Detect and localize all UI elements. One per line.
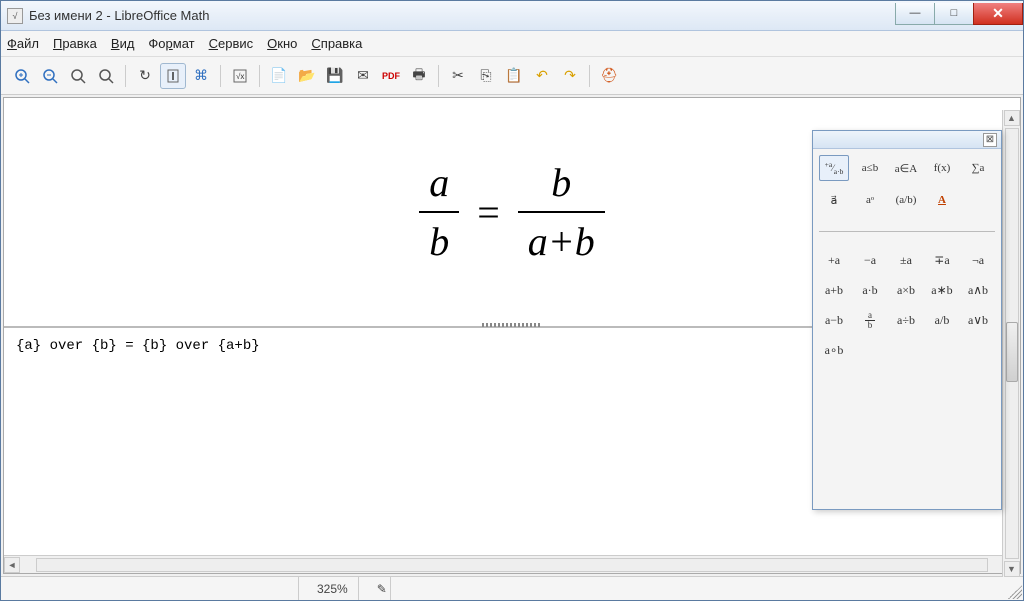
zoom-in-icon[interactable] <box>9 63 35 89</box>
category-others[interactable]: A <box>927 187 957 213</box>
undo-icon[interactable]: ↶ <box>529 63 555 89</box>
op-a-plus-b[interactable]: a+b <box>819 280 849 300</box>
op-a-div-b[interactable]: a÷b <box>891 310 921 330</box>
fraction-bar <box>518 211 605 213</box>
vertical-scrollbar[interactable]: ▲ ▼ <box>1002 110 1020 577</box>
titlebar: √ Без имени 2 - LibreOffice Math — □ ✕ <box>1 1 1023 31</box>
category-set-ops[interactable]: a∈A <box>891 155 921 181</box>
op-neg-a[interactable]: ¬a <box>963 250 993 270</box>
category-functions[interactable]: f(x) <box>927 155 957 181</box>
scroll-down-button[interactable]: ▼ <box>1004 561 1020 577</box>
scroll-track[interactable] <box>1005 128 1019 559</box>
paste-icon[interactable]: 📋 <box>501 63 527 89</box>
category-formats[interactable]: (a/b) <box>891 187 921 213</box>
zoom-fit-icon[interactable] <box>93 63 119 89</box>
resize-grip[interactable] <box>1008 585 1022 599</box>
op-a-slash-b[interactable]: a/b <box>927 310 957 330</box>
formula-icon[interactable]: √x <box>227 63 253 89</box>
elements-divider <box>819 231 995 232</box>
toolbar-separator <box>220 65 221 87</box>
menu-file[interactable]: Файл <box>7 36 39 51</box>
scroll-track[interactable] <box>36 558 988 572</box>
op-a-or-b[interactable]: a∨b <box>963 310 993 330</box>
category-attributes[interactable]: a⃗ <box>819 187 849 213</box>
toolbar-separator <box>589 65 590 87</box>
window-title: Без имени 2 - LibreOffice Math <box>29 8 896 23</box>
menu-format[interactable]: Формат <box>148 36 194 51</box>
app-icon: √ <box>7 8 23 24</box>
elements-close-icon[interactable]: ⊠ <box>983 133 997 147</box>
equals-sign: = <box>477 189 500 236</box>
op-a-over-b[interactable]: ab <box>855 310 885 330</box>
formula-code-text: {a} over {b} = {b} over {a+b} <box>16 338 260 354</box>
menu-tools[interactable]: Сервис <box>209 36 254 51</box>
catalog-icon[interactable]: ⌘ <box>188 63 214 89</box>
splitter-handle[interactable] <box>482 323 542 327</box>
numerator: b <box>541 159 581 206</box>
scroll-thumb[interactable] <box>1006 322 1018 382</box>
elements-panel-header[interactable]: ⊠ <box>813 131 1001 149</box>
close-button[interactable]: ✕ <box>973 3 1023 25</box>
denominator: b <box>419 218 459 265</box>
menu-view[interactable]: Вид <box>111 36 135 51</box>
help-icon[interactable]: ⛑ <box>596 63 622 89</box>
formula-render: a b = b a+b <box>419 159 605 265</box>
save-icon[interactable]: 💾 <box>322 63 348 89</box>
fraction-1: a b <box>419 159 459 265</box>
zoom-level[interactable]: 325% <box>307 577 359 600</box>
toolbar: ↻ ⌘ √x 📄 📂 💾 ✉ PDF 🖶 ✂ ⎘ 📋 ↶ ↷ ⛑ <box>1 57 1023 95</box>
menubar: Файл Правка Вид Формат Сервис Окно Справ… <box>1 31 1023 57</box>
scroll-left-button[interactable]: ◄ <box>4 557 20 573</box>
toolbar-separator <box>438 65 439 87</box>
formula-cursor-icon[interactable] <box>160 63 186 89</box>
fraction-2: b a+b <box>518 159 605 265</box>
maximize-button[interactable]: □ <box>934 3 974 25</box>
category-relations[interactable]: a≤b <box>855 155 885 181</box>
op-plus-a[interactable]: +a <box>819 250 849 270</box>
elements-operators: +a −a ±a ∓a ¬a a+b a·b a×b a∗b a∧b a−b a… <box>813 244 1001 366</box>
zoom-100-icon[interactable] <box>65 63 91 89</box>
category-unary-binary[interactable]: +a⁄a·b <box>819 155 849 181</box>
refresh-icon[interactable]: ↻ <box>132 63 158 89</box>
print-icon[interactable]: 🖶 <box>406 63 432 89</box>
pdf-icon[interactable]: PDF <box>378 63 404 89</box>
scroll-up-button[interactable]: ▲ <box>1004 110 1020 126</box>
new-icon[interactable]: 📄 <box>266 63 292 89</box>
mail-icon[interactable]: ✉ <box>350 63 376 89</box>
op-a-times-b[interactable]: a×b <box>891 280 921 300</box>
op-a-minus-b[interactable]: a−b <box>819 310 849 330</box>
toolbar-separator <box>125 65 126 87</box>
op-a-ast-b[interactable]: a∗b <box>927 280 957 300</box>
elements-categories: +a⁄a·b a≤b a∈A f(x) ∑a a⃗ aᵒ (a/b) A <box>813 149 1001 219</box>
numerator: a <box>419 159 459 206</box>
zoom-out-icon[interactable] <box>37 63 63 89</box>
svg-text:√x: √x <box>236 72 244 81</box>
op-a-and-b[interactable]: a∧b <box>963 280 993 300</box>
menu-window[interactable]: Окно <box>267 36 297 51</box>
elements-panel[interactable]: ⊠ +a⁄a·b a≤b a∈A f(x) ∑a a⃗ aᵒ (a/b) A +… <box>812 130 1002 510</box>
op-a-circ-b[interactable]: a∘b <box>819 340 849 360</box>
op-minus-a[interactable]: −a <box>855 250 885 270</box>
minimize-button[interactable]: — <box>895 3 935 25</box>
statusbar: 325% ✎ <box>1 576 1023 600</box>
status-cell <box>9 577 299 600</box>
op-a-cdot-b[interactable]: a·b <box>855 280 885 300</box>
app-window: √ Без имени 2 - LibreOffice Math — □ ✕ Ф… <box>0 0 1024 601</box>
op-plusminus-a[interactable]: ±a <box>891 250 921 270</box>
toolbar-separator <box>259 65 260 87</box>
category-operators[interactable]: ∑a <box>963 155 993 181</box>
horizontal-scrollbar[interactable]: ◄ ► <box>4 555 1020 573</box>
status-modified-icon: ✎ <box>367 577 391 600</box>
denominator: a+b <box>518 218 605 265</box>
op-minusplus-a[interactable]: ∓a <box>927 250 957 270</box>
copy-icon[interactable]: ⎘ <box>473 63 499 89</box>
category-brackets[interactable]: aᵒ <box>855 187 885 213</box>
cut-icon[interactable]: ✂ <box>445 63 471 89</box>
menu-edit[interactable]: Правка <box>53 36 97 51</box>
redo-icon[interactable]: ↷ <box>557 63 583 89</box>
open-icon[interactable]: 📂 <box>294 63 320 89</box>
menu-help[interactable]: Справка <box>311 36 362 51</box>
fraction-bar <box>419 211 459 213</box>
